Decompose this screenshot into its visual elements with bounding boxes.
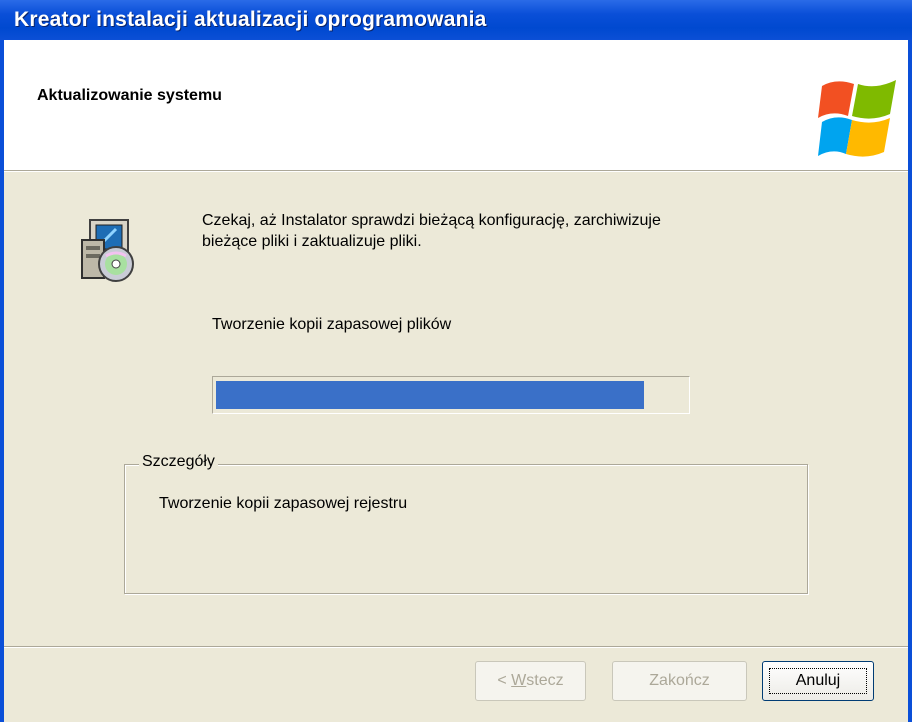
header-divider (4, 170, 908, 172)
intro-text: Czekaj, aż Instalator sprawdzi bieżącą k… (202, 210, 822, 252)
wizard-header: Aktualizowanie systemu (4, 40, 908, 170)
details-group: Szczegóły Tworzenie kopii zapasowej reje… (124, 453, 808, 594)
progress-bar (212, 376, 690, 414)
windows-logo-icon (818, 80, 896, 157)
setup-installer-icon (81, 219, 134, 282)
back-button-prefix: < (497, 672, 512, 689)
details-legend: Szczegóły (139, 453, 218, 471)
back-button-label: stecz (526, 672, 564, 689)
cancel-button[interactable]: Anuluj (762, 661, 874, 701)
back-button-mnemonic: W (511, 672, 527, 689)
progress-fill (216, 381, 644, 409)
page-title: Aktualizowanie systemu (37, 87, 222, 104)
finish-button[interactable]: Zakończ (612, 661, 747, 701)
details-text: Tworzenie kopii zapasowej rejestru (159, 495, 408, 512)
back-button[interactable]: < Wstecz (475, 661, 586, 701)
intro-line-1: Czekaj, aż Instalator sprawdzi bieżącą k… (202, 212, 661, 229)
intro-line-2: bieżące pliki i zaktualizuje pliki. (202, 233, 422, 250)
finish-button-label: Zakończ (649, 672, 710, 689)
title-bar[interactable]: Kreator instalacji aktualizacji oprogram… (0, 0, 912, 40)
window-frame-right (908, 40, 912, 722)
footer-divider (4, 646, 908, 648)
status-label: Tworzenie kopii zapasowej plików (212, 316, 452, 333)
window-title: Kreator instalacji aktualizacji oprogram… (14, 8, 487, 31)
cancel-button-label: Anuluj (795, 672, 841, 689)
